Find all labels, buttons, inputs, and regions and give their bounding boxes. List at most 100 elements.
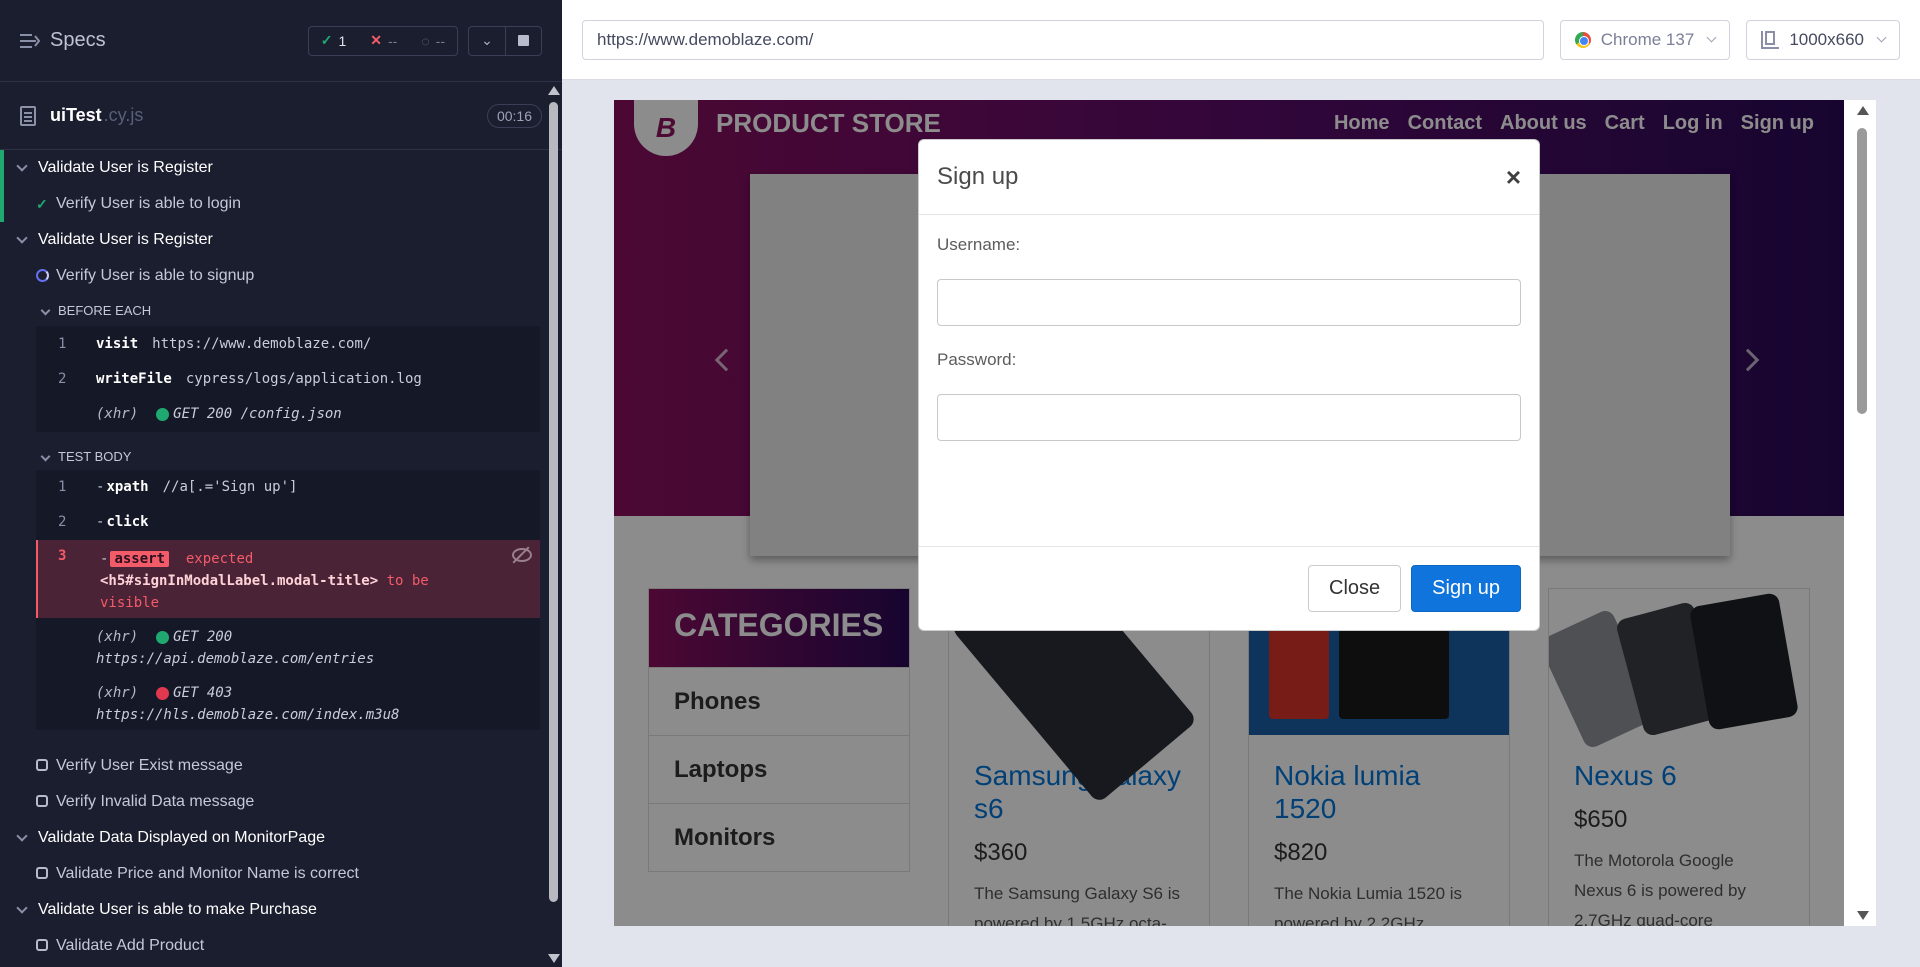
specs-label[interactable]: Specs bbox=[50, 29, 308, 52]
modal-footer: Close Sign up bbox=[919, 546, 1539, 630]
xhr-url-row: https://hls.demoblaze.com/index.m3u8 bbox=[36, 704, 540, 726]
suite-row[interactable]: Validate Data Displayed on MonitorPage bbox=[0, 820, 540, 856]
browser-selector[interactable]: Chrome 137 bbox=[1559, 19, 1731, 60]
test-title: Validate Price and Monitor Name is corre… bbox=[56, 865, 359, 882]
hook-title: BEFORE EACH bbox=[58, 302, 152, 318]
pending-box-icon bbox=[36, 939, 48, 951]
hook-title: TEST BODY bbox=[58, 448, 132, 464]
password-field[interactable] bbox=[937, 394, 1521, 441]
test-title: Verify User is able to login bbox=[56, 195, 241, 212]
xhr-row[interactable]: (xhr) GET 403 bbox=[36, 682, 540, 704]
suite-row[interactable]: Validate User is able to make Purchase bbox=[0, 892, 540, 928]
hook-before-each[interactable]: BEFORE EACH bbox=[0, 294, 540, 326]
viewport-label: 1000x660 bbox=[1789, 29, 1864, 49]
suite-row[interactable]: Validate User is Register bbox=[0, 150, 540, 186]
check-icon: ✓ bbox=[36, 195, 48, 212]
test-row[interactable]: Verify User Exist message bbox=[0, 748, 540, 784]
url-field[interactable]: https://www.demoblaze.com/ bbox=[582, 19, 1544, 60]
test-row[interactable]: ✓ Verify User is able to login bbox=[0, 186, 540, 222]
test-title: Verify User is able to signup bbox=[56, 267, 255, 284]
command-arg: https://www.demoblaze.com/ bbox=[152, 336, 372, 352]
xhr-row[interactable]: (xhr) GET 200 bbox=[36, 626, 540, 648]
aut-toolbar: https://www.demoblaze.com/ Chrome 137 10… bbox=[562, 0, 1920, 80]
close-icon[interactable]: × bbox=[1506, 162, 1521, 193]
suite-row[interactable]: Validate User is Register bbox=[0, 222, 540, 258]
chevron-down-icon bbox=[40, 451, 51, 462]
status-dot-icon bbox=[156, 630, 170, 644]
viewport-selector[interactable]: 1000x660 bbox=[1746, 19, 1900, 60]
test-stats: ✓ 1 ✕ -- ◌ -- bbox=[307, 25, 458, 56]
hook-test-body[interactable]: TEST BODY bbox=[0, 440, 540, 472]
command-row[interactable]: 1 - xpath //a[.='Sign up'] bbox=[36, 470, 540, 504]
pending-box-icon bbox=[36, 759, 48, 771]
signup-button[interactable]: Sign up bbox=[1411, 565, 1521, 612]
chevron-down-icon bbox=[16, 902, 28, 914]
pending-box-icon bbox=[36, 795, 48, 807]
test-title: Verify User Exist message bbox=[56, 757, 243, 774]
status-dot-icon bbox=[156, 686, 170, 700]
xhr-tag: (xhr) bbox=[96, 629, 139, 645]
collapse-button[interactable]: ⌄ bbox=[469, 27, 505, 55]
aut-scrollbar[interactable] bbox=[1852, 100, 1872, 926]
eye-off-icon[interactable] bbox=[512, 548, 532, 562]
test-row[interactable]: Validate Add Product bbox=[0, 928, 540, 964]
failed-stat: ✕ -- bbox=[358, 27, 409, 55]
specs-menu-icon[interactable] bbox=[20, 33, 40, 49]
passed-stat: ✓ 1 bbox=[309, 27, 359, 55]
suite-title: Validate User is Register bbox=[38, 231, 213, 248]
failed-assert-command[interactable]: 3 - assert expected <h5#signInModalLabel.… bbox=[36, 540, 540, 618]
modal-header: Sign up × bbox=[919, 140, 1539, 215]
spec-file-name: uiTest bbox=[50, 105, 102, 125]
passed-count: 1 bbox=[338, 32, 347, 49]
suite-title: Validate User is able to make Purchase bbox=[38, 901, 317, 918]
scroll-up-icon[interactable] bbox=[1857, 106, 1869, 115]
reporter-scrollbar[interactable] bbox=[546, 82, 560, 967]
spec-file-row[interactable]: uiTest .cy.js 00:16 bbox=[0, 82, 562, 150]
password-label: Password: bbox=[937, 350, 1017, 369]
chevron-down-icon bbox=[16, 830, 28, 842]
xhr-request: GET 200 /config.json bbox=[173, 406, 342, 422]
scroll-thumb[interactable] bbox=[549, 102, 558, 902]
stop-icon bbox=[518, 35, 529, 46]
command-row[interactable]: 2 writeFile cypress/logs/application.log bbox=[36, 362, 540, 396]
child-dash: - bbox=[96, 479, 105, 495]
xhr-tag: (xhr) bbox=[96, 406, 139, 422]
test-row[interactable]: Verify User is able to signup bbox=[0, 258, 540, 294]
command-row[interactable]: 1 visit https://www.demoblaze.com/ bbox=[36, 326, 540, 362]
check-icon: ✓ bbox=[320, 32, 333, 48]
scroll-up-icon[interactable] bbox=[548, 86, 560, 95]
scroll-down-icon[interactable] bbox=[548, 954, 560, 963]
assert-rest: to be bbox=[386, 573, 429, 589]
stop-button[interactable] bbox=[505, 26, 541, 55]
child-dash: - bbox=[96, 514, 105, 530]
test-row[interactable]: Validate Price and Monitor Name is corre… bbox=[0, 856, 540, 892]
scroll-down-icon[interactable] bbox=[1857, 911, 1869, 920]
viewport-icon bbox=[1761, 30, 1780, 49]
scroll-thumb[interactable] bbox=[1857, 128, 1867, 414]
xhr-row[interactable]: (xhr) GET 200 /config.json bbox=[36, 396, 540, 432]
run-duration: 00:16 bbox=[486, 103, 542, 128]
test-row[interactable]: Verify Invalid Data message bbox=[0, 784, 540, 820]
command-number: 3 bbox=[58, 548, 67, 564]
suite-title: Validate Data Displayed on MonitorPage bbox=[38, 829, 325, 846]
reporter-panel: Specs ✓ 1 ✕ -- ◌ -- ⌄ uiTest .cy.js 00:1… bbox=[0, 0, 562, 967]
command-name: visit bbox=[96, 336, 139, 352]
xhr-tag: (xhr) bbox=[96, 685, 139, 701]
assert-message: - assert expected <h5#signInModalLabel.mo… bbox=[100, 548, 500, 614]
chevron-down-icon bbox=[1706, 32, 1717, 43]
pending-stat: ◌ -- bbox=[409, 27, 457, 55]
command-number: 1 bbox=[58, 336, 67, 352]
chevron-down-icon bbox=[16, 160, 28, 172]
test-title: Verify Invalid Data message bbox=[56, 793, 255, 810]
command-name: click bbox=[106, 514, 149, 530]
status-dot-icon bbox=[156, 407, 170, 421]
command-row[interactable]: 2 - click bbox=[36, 504, 540, 540]
test-title: Validate Add Product bbox=[56, 937, 205, 954]
browser-label: Chrome 137 bbox=[1600, 29, 1695, 49]
xhr-request: GET 403 bbox=[173, 685, 233, 701]
close-button[interactable]: Close bbox=[1308, 565, 1402, 612]
username-field[interactable] bbox=[937, 279, 1521, 326]
x-icon: ✕ bbox=[370, 32, 383, 48]
pending-count: -- bbox=[435, 32, 445, 49]
assert-expected: expected bbox=[185, 551, 254, 567]
